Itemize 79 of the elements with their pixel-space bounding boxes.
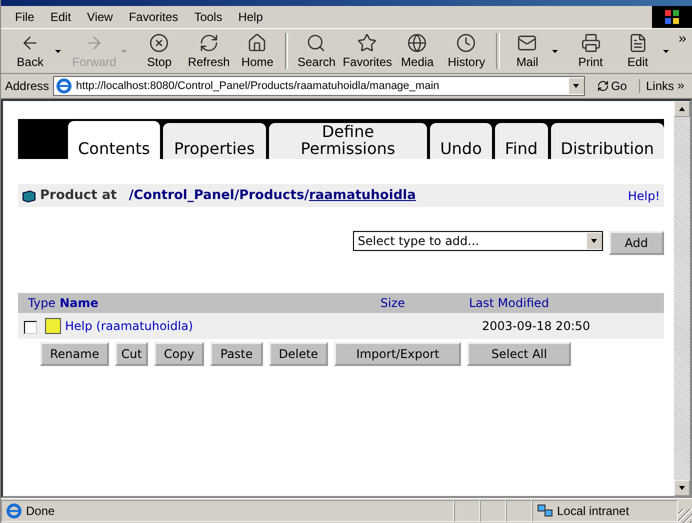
toolbar-button[interactable]: Edit bbox=[614, 30, 661, 72]
column-header[interactable]: Type bbox=[28, 296, 56, 310]
item-link[interactable]: Help (raamatuhoidla) bbox=[65, 319, 389, 333]
toolbar-button[interactable]: Print bbox=[566, 30, 615, 72]
caret-icon[interactable] bbox=[662, 50, 669, 52]
row-checkbox[interactable] bbox=[24, 321, 37, 334]
toolbar-button[interactable]: Search bbox=[292, 30, 341, 72]
toolbar-button[interactable]: Home bbox=[234, 30, 281, 72]
tab[interactable]: Distribution bbox=[550, 123, 664, 159]
action-button[interactable]: Import/Export bbox=[334, 342, 462, 366]
go-arrow-icon bbox=[596, 80, 609, 92]
tab[interactable]: Properties bbox=[162, 123, 266, 159]
toolbar-button[interactable]: Favorites bbox=[340, 30, 394, 72]
resize-grip[interactable] bbox=[678, 509, 692, 523]
scrollbar[interactable] bbox=[674, 101, 690, 496]
action-button[interactable]: Rename bbox=[40, 342, 110, 366]
menu-item[interactable]: File bbox=[7, 10, 42, 24]
tab[interactable]: Define Permissions bbox=[268, 123, 428, 159]
browser-logo-icon bbox=[56, 78, 72, 94]
help-link[interactable]: Help! bbox=[628, 188, 660, 202]
toolbar-button[interactable]: Back bbox=[7, 30, 54, 72]
table-cell: 2003-09-18 20:50 bbox=[482, 319, 590, 333]
search-icon bbox=[306, 33, 326, 53]
go-button[interactable]: Go bbox=[588, 79, 635, 93]
caret-icon[interactable] bbox=[552, 50, 558, 52]
menu-item[interactable]: Tools bbox=[186, 10, 230, 24]
home-icon bbox=[247, 33, 268, 53]
action-button[interactable]: Select All bbox=[467, 342, 572, 366]
action-button[interactable]: Copy bbox=[154, 342, 204, 366]
path-link[interactable]: /Products bbox=[234, 188, 304, 203]
action-button[interactable]: Delete bbox=[268, 342, 328, 366]
toolbar-button[interactable]: Refresh bbox=[183, 30, 234, 72]
menu-item[interactable]: View bbox=[79, 10, 121, 24]
dropdown-button[interactable] bbox=[568, 78, 584, 94]
more-icon[interactable] bbox=[676, 33, 688, 45]
add-button[interactable]: Add bbox=[608, 231, 664, 255]
url-text: http://localhost:8080/Control_Panel/Products/raamatuhoidla/manage_main bbox=[76, 80, 440, 92]
status-pane bbox=[480, 500, 506, 522]
star-icon bbox=[357, 33, 378, 53]
type-select[interactable]: Select type to add... bbox=[352, 231, 603, 251]
printer-icon bbox=[580, 33, 601, 53]
globe-icon bbox=[407, 33, 428, 53]
path-link[interactable]: /Control_Panel bbox=[128, 188, 234, 203]
column-header[interactable]: Last Modified bbox=[469, 296, 550, 310]
help-document-icon bbox=[45, 318, 61, 334]
status-text: Done bbox=[26, 504, 55, 518]
action-button[interactable]: Paste bbox=[210, 342, 263, 366]
toolbar-button[interactable]: Mail bbox=[504, 30, 550, 72]
toolbar-button[interactable]: Media bbox=[394, 30, 441, 72]
dropdown-button[interactable] bbox=[586, 233, 602, 249]
document-icon bbox=[628, 33, 648, 53]
box-icon bbox=[22, 188, 36, 202]
address-field[interactable]: http://localhost:8080/Control_Panel/Products/raamatuhoidla/manage_main bbox=[53, 76, 585, 96]
browser-logo-icon bbox=[6, 503, 22, 519]
stop-icon bbox=[149, 33, 170, 53]
toolbar-button[interactable]: History bbox=[440, 30, 492, 72]
action-button[interactable]: Cut bbox=[115, 342, 148, 366]
menu-item[interactable]: Edit bbox=[42, 10, 80, 24]
links-button[interactable]: Links bbox=[638, 79, 688, 93]
zone-text: Local intranet bbox=[557, 504, 630, 518]
menu-item[interactable]: Favorites bbox=[120, 10, 186, 24]
path-link[interactable]: / bbox=[304, 188, 309, 203]
windows-logo-icon bbox=[664, 9, 680, 25]
address-label: Address bbox=[5, 79, 50, 93]
column-header[interactable]: Size bbox=[380, 296, 405, 310]
tab[interactable]: Undo bbox=[430, 123, 492, 159]
toolbar-button[interactable]: Stop bbox=[135, 30, 184, 72]
clock-icon bbox=[456, 33, 476, 53]
column-header[interactable]: Name bbox=[60, 296, 98, 310]
location-label: Product at bbox=[40, 188, 117, 203]
refresh-icon bbox=[198, 33, 219, 53]
path-link[interactable]: raamatuhoidla bbox=[308, 188, 416, 203]
mail-icon bbox=[517, 33, 538, 53]
caret-icon[interactable] bbox=[55, 50, 62, 52]
tab[interactable]: Find bbox=[494, 123, 548, 159]
menu-item[interactable]: Help bbox=[230, 10, 271, 24]
chevron-icon bbox=[676, 81, 686, 91]
tab[interactable]: Contents bbox=[68, 121, 160, 159]
network-icon bbox=[537, 504, 553, 518]
